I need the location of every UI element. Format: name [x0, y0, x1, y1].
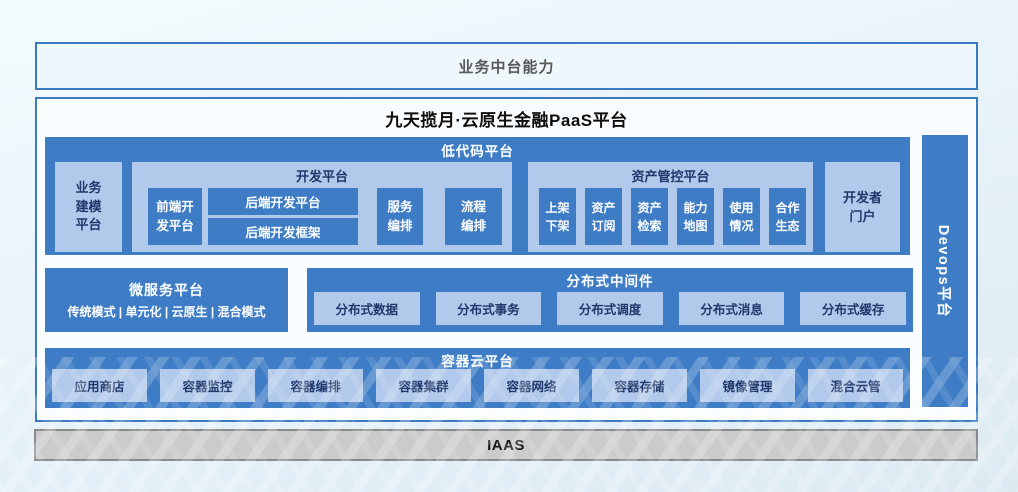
- service-orchestration-box: 服务 编排: [377, 188, 423, 245]
- distributed-middleware-title: 分布式中间件: [307, 268, 913, 290]
- cc-item-storage: 容器存储: [592, 369, 687, 402]
- asset-item-ecosystem: 合作 生态: [769, 188, 806, 245]
- microservice-platform-title: 微服务平台: [129, 280, 204, 300]
- devops-platform-label: Devops平台: [935, 224, 956, 317]
- cc-item-orchestration: 容器编排: [268, 369, 363, 402]
- backend-dev-framework-box: 后端开发框架: [208, 218, 358, 245]
- paas-platform-panel: 九天揽月·云原生金融PaaS平台 低代码平台 业务 建模 平台 开发平台 前端开…: [35, 97, 978, 422]
- cc-item-monitoring: 容器监控: [160, 369, 255, 402]
- asset-item-subscribe: 资产 订阅: [585, 188, 622, 245]
- microservice-platform-section: 微服务平台 传统模式 | 单元化 | 云原生 | 混合模式: [45, 268, 288, 332]
- devops-platform-bar: Devops平台: [922, 135, 968, 407]
- process-orchestration-box: 流程 编排: [445, 188, 502, 245]
- frontend-dev-platform-box: 前端开 发平台: [148, 188, 202, 245]
- paas-platform-title: 九天揽月·云原生金融PaaS平台: [37, 106, 976, 131]
- lowcode-platform-section: 低代码平台 业务 建模 平台 开发平台 前端开 发平台 后端开发平台 后端开发框…: [45, 137, 910, 255]
- cc-item-cluster: 容器集群: [376, 369, 471, 402]
- container-cloud-title: 容器云平台: [45, 348, 910, 370]
- developer-portal-box: 开发者 门户: [825, 162, 900, 252]
- iaas-bar: IAAS: [34, 429, 978, 461]
- asset-control-platform-container: 资产管控平台 上架 下架 资产 订阅 资产 检索 能力 地图 使用 情况 合作 …: [528, 162, 813, 252]
- business-modeling-platform-box: 业务 建模 平台: [55, 162, 122, 252]
- middleware-item-scheduling: 分布式调度: [557, 292, 663, 325]
- middleware-item-message: 分布式消息: [679, 292, 785, 325]
- cc-item-image-mgmt: 镜像管理: [700, 369, 795, 402]
- asset-item-usage: 使用 情况: [723, 188, 760, 245]
- middleware-item-data: 分布式数据: [314, 292, 420, 325]
- business-midplatform-banner: 业务中台能力: [35, 42, 978, 90]
- container-cloud-items-row: 应用商店 容器监控 容器编排 容器集群 容器网络 容器存储 镜像管理 混合云管: [52, 369, 903, 402]
- middleware-item-cache: 分布式缓存: [800, 292, 906, 325]
- container-cloud-section: 容器云平台 应用商店 容器监控 容器编排 容器集群 容器网络 容器存储 镜像管理…: [45, 348, 910, 408]
- asset-items-row: 上架 下架 资产 订阅 资产 检索 能力 地图 使用 情况 合作 生态: [539, 188, 806, 245]
- iaas-label: IAAS: [487, 437, 525, 454]
- backend-stack: 后端开发平台 后端开发框架: [208, 188, 358, 245]
- asset-item-shelf: 上架 下架: [539, 188, 576, 245]
- asset-item-capability-map: 能力 地图: [677, 188, 714, 245]
- middleware-items-row: 分布式数据 分布式事务 分布式调度 分布式消息 分布式缓存: [314, 292, 906, 325]
- cc-item-hybrid-cloud: 混合云管: [808, 369, 903, 402]
- middleware-item-transaction: 分布式事务: [436, 292, 542, 325]
- business-midplatform-label: 业务中台能力: [458, 56, 554, 77]
- cc-item-app-store: 应用商店: [52, 369, 147, 402]
- backend-dev-platform-box: 后端开发平台: [208, 188, 358, 215]
- asset-control-platform-title: 资产管控平台: [528, 162, 813, 185]
- dev-platform-title: 开发平台: [132, 162, 512, 185]
- lowcode-platform-title: 低代码平台: [45, 137, 910, 160]
- asset-item-search: 资产 检索: [631, 188, 668, 245]
- microservice-platform-modes: 传统模式 | 单元化 | 云原生 | 混合模式: [67, 303, 265, 320]
- dev-platform-container: 开发平台 前端开 发平台 后端开发平台 后端开发框架 服务 编排 流程 编排: [132, 162, 512, 252]
- distributed-middleware-section: 分布式中间件 分布式数据 分布式事务 分布式调度 分布式消息 分布式缓存: [307, 268, 913, 332]
- cc-item-network: 容器网络: [484, 369, 579, 402]
